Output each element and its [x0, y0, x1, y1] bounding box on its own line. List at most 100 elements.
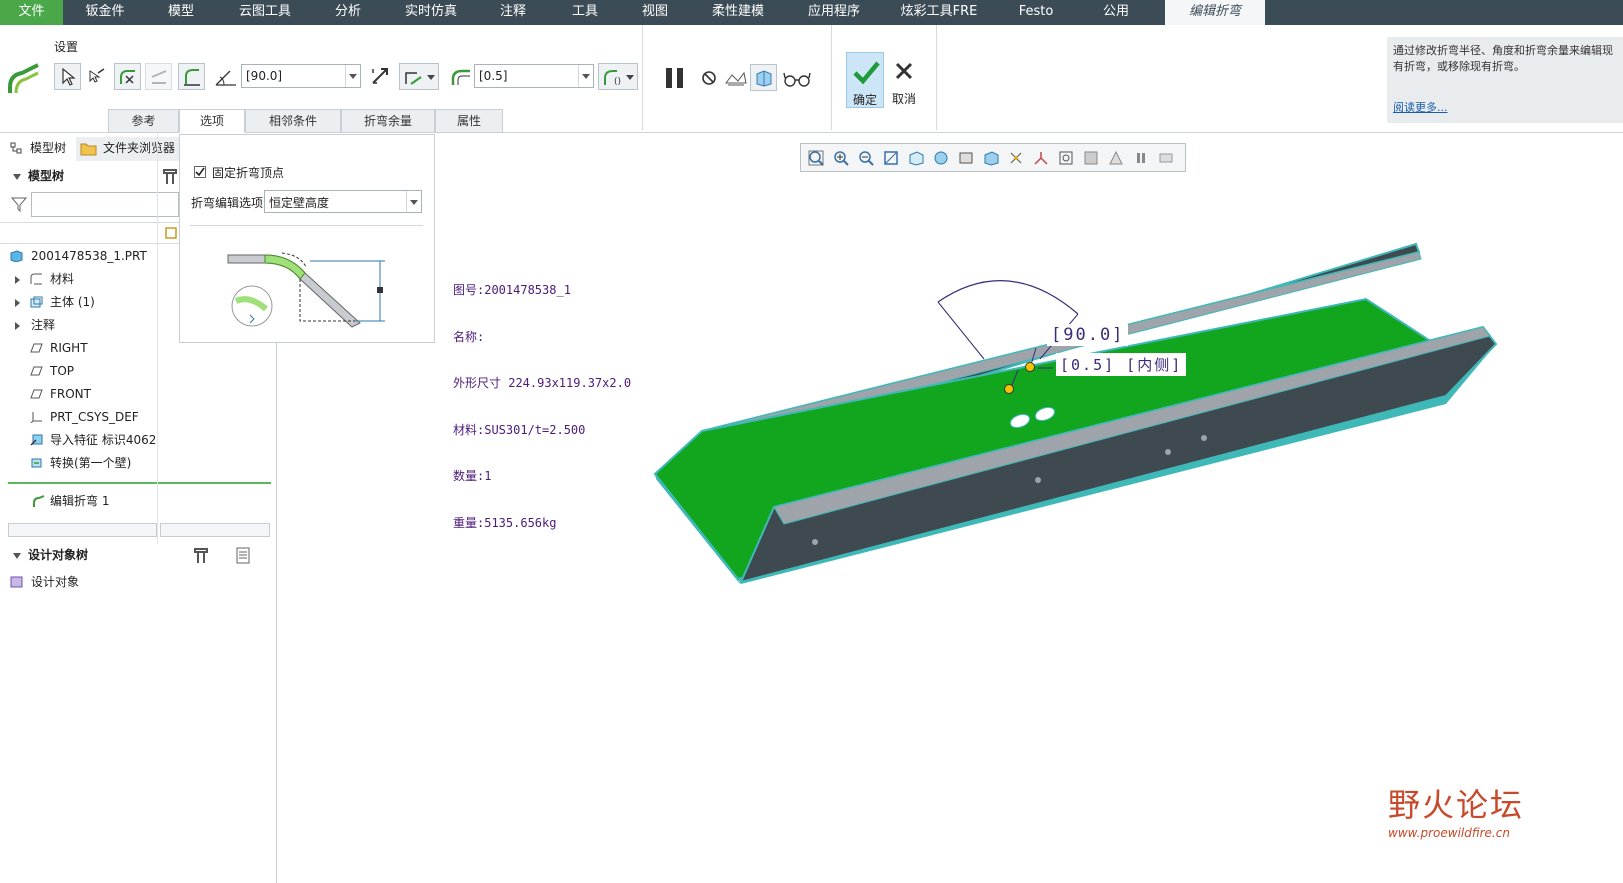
tree-hscrollbar-right[interactable] — [160, 523, 270, 537]
drag-handle[interactable] — [1004, 384, 1014, 394]
tab-model-tree[interactable]: 模型树 — [8, 137, 76, 161]
bend-edit-option-label: 折弯编辑选项: — [191, 196, 268, 210]
read-more-link[interactable]: 阅读更多... — [1393, 99, 1448, 115]
angle-type-dropdown[interactable] — [399, 63, 439, 90]
chevron-right-icon[interactable] — [15, 299, 20, 307]
chevron-down-icon[interactable] — [406, 191, 421, 212]
glasses-view-button[interactable] — [783, 70, 811, 88]
menu-model[interactable]: 模型 — [150, 0, 212, 25]
flip-angle-button[interactable] — [369, 65, 391, 87]
saved-orientations-icon[interactable] — [908, 150, 924, 166]
menu-file[interactable]: 文件 — [0, 0, 63, 25]
help-box: 通过修改折弯半径、角度和折弯余量来编辑现有折弯，或移除现有折弯。 阅读更多... — [1387, 37, 1623, 123]
menu-festo[interactable]: Festo — [1004, 0, 1068, 25]
bend-angle-icon — [214, 67, 238, 87]
appearance-icon[interactable] — [1083, 150, 1099, 166]
chevron-down-icon — [626, 75, 634, 80]
radius-side-dropdown[interactable]: () — [598, 63, 638, 90]
verify-button[interactable] — [750, 64, 777, 91]
tree-settings-icon[interactable] — [162, 168, 178, 186]
bend-radius-input[interactable]: [0.5] — [474, 64, 594, 88]
remove-bend-button[interactable] — [114, 63, 141, 90]
menu-analysis[interactable]: 分析 — [318, 0, 378, 25]
preview-button[interactable] — [724, 67, 748, 89]
unbend-button[interactable] — [145, 63, 172, 90]
cancel-button[interactable]: 取消 — [886, 52, 922, 108]
verify-model-icon — [756, 70, 772, 87]
datum-plane-icon — [30, 389, 43, 399]
bend-angle-input[interactable]: [90.0] — [241, 64, 361, 88]
column-settings-icon[interactable] — [165, 227, 177, 239]
remove-bend-icon — [120, 70, 135, 84]
tree-item-edit-bend[interactable]: 编辑折弯 1 — [0, 490, 270, 512]
tab-references[interactable]: 参考 — [108, 109, 179, 133]
view-toolbar — [800, 143, 1186, 172]
menu-fre-tools[interactable]: 炫彩工具FRE — [890, 0, 988, 25]
tree-item-conversion[interactable]: 转换(第一个壁) — [0, 452, 270, 474]
pause-button[interactable] — [662, 65, 688, 91]
angle-dimension[interactable]: [90.0] — [1047, 324, 1129, 346]
display-style-icon[interactable] — [983, 150, 999, 166]
body-icon — [30, 296, 43, 308]
menu-cloud-tools[interactable]: 云图工具 — [228, 0, 302, 25]
divider — [190, 225, 423, 226]
menu-sheetmetal[interactable]: 钣金件 — [70, 0, 140, 25]
menu-flexible-modeling[interactable]: 柔性建模 — [700, 0, 776, 25]
no-preview-button[interactable] — [700, 69, 718, 87]
bend-edit-option-select[interactable]: 恒定壁高度 — [264, 190, 422, 213]
tree-item-csys[interactable]: PRT_CSYS_DEF — [0, 406, 270, 428]
cursor-icon — [62, 67, 76, 86]
folder-icon — [80, 143, 97, 156]
fix-bend-vertex-checkbox[interactable] — [194, 166, 206, 178]
tree-item-front-plane[interactable]: FRONT — [0, 383, 270, 405]
bend-relief-button[interactable] — [178, 63, 205, 90]
options-panel: 固定折弯顶点 折弯编辑选项: 恒定壁高度 — [179, 134, 435, 343]
menu-edit-bend[interactable]: 编辑折弯 — [1165, 0, 1265, 25]
zoom-in-icon[interactable] — [833, 150, 849, 166]
datum-display-icon[interactable] — [1008, 150, 1024, 166]
perspective-view-icon[interactable] — [958, 150, 974, 166]
pause-view-icon[interactable] — [1133, 150, 1149, 166]
filter-icon[interactable] — [11, 196, 27, 212]
menu-annotate[interactable]: 注释 — [484, 0, 542, 25]
show-list-icon[interactable] — [235, 547, 253, 565]
tab-adjacent-conditions[interactable]: 相邻条件 — [245, 109, 341, 133]
edit-bend-icon — [33, 495, 45, 507]
tree-item-design-object[interactable]: 设计对象 — [0, 571, 270, 593]
spin-center-icon[interactable] — [1058, 150, 1074, 166]
menu-view[interactable]: 视图 — [626, 0, 684, 25]
tab-bend-allowance[interactable]: 折弯余量 — [341, 109, 435, 133]
part-note: 图号:2001478538_1 名称: 外形尺寸 224.93x119.37x2… — [453, 283, 632, 530]
drag-handle[interactable] — [1025, 362, 1035, 372]
tree-hscrollbar[interactable] — [8, 523, 157, 537]
tab-folder-browser[interactable]: 文件夹浏览器 — [76, 137, 179, 161]
radius-dimension[interactable]: [0.5] [内侧] — [1056, 353, 1187, 376]
chevron-down-icon[interactable] — [578, 65, 593, 87]
tree-item-top-plane[interactable]: TOP — [0, 360, 270, 382]
select-bend-button[interactable] — [82, 63, 109, 90]
repaint-icon[interactable] — [883, 150, 899, 166]
menu-applications[interactable]: 应用程序 — [796, 0, 872, 25]
menu-common[interactable]: 公用 — [1084, 0, 1148, 25]
design-tree-header[interactable]: 设计对象树 — [0, 544, 190, 566]
tree-item-import-feature[interactable]: 导入特征 标识4062 — [0, 429, 270, 451]
tab-options[interactable]: 选项 — [179, 109, 245, 133]
chevron-right-icon[interactable] — [15, 322, 20, 330]
annotation-display-icon[interactable] — [1033, 150, 1049, 166]
menu-tools[interactable]: 工具 — [556, 0, 614, 25]
ribbon: 设置 [90.0] [0.5] () 确定 取消 通过修改折弯半径、角度和折弯余… — [0, 25, 1623, 133]
pause-icon — [666, 68, 683, 88]
refit-icon[interactable] — [808, 150, 824, 166]
more-view-icon[interactable] — [1158, 150, 1174, 166]
view-manager-icon[interactable] — [933, 150, 949, 166]
design-tree-settings-icon[interactable] — [193, 547, 211, 565]
ok-button[interactable]: 确定 — [846, 52, 884, 108]
select-tool-button[interactable] — [54, 63, 81, 90]
tab-properties[interactable]: 属性 — [435, 109, 503, 133]
chevron-right-icon[interactable] — [15, 276, 20, 284]
model-tree-header[interactable]: 模型树 — [0, 165, 180, 187]
chevron-down-icon[interactable] — [345, 65, 360, 87]
simulation-display-icon[interactable] — [1108, 150, 1124, 166]
menu-realtime-sim[interactable]: 实时仿真 — [394, 0, 468, 25]
zoom-out-icon[interactable] — [858, 150, 874, 166]
